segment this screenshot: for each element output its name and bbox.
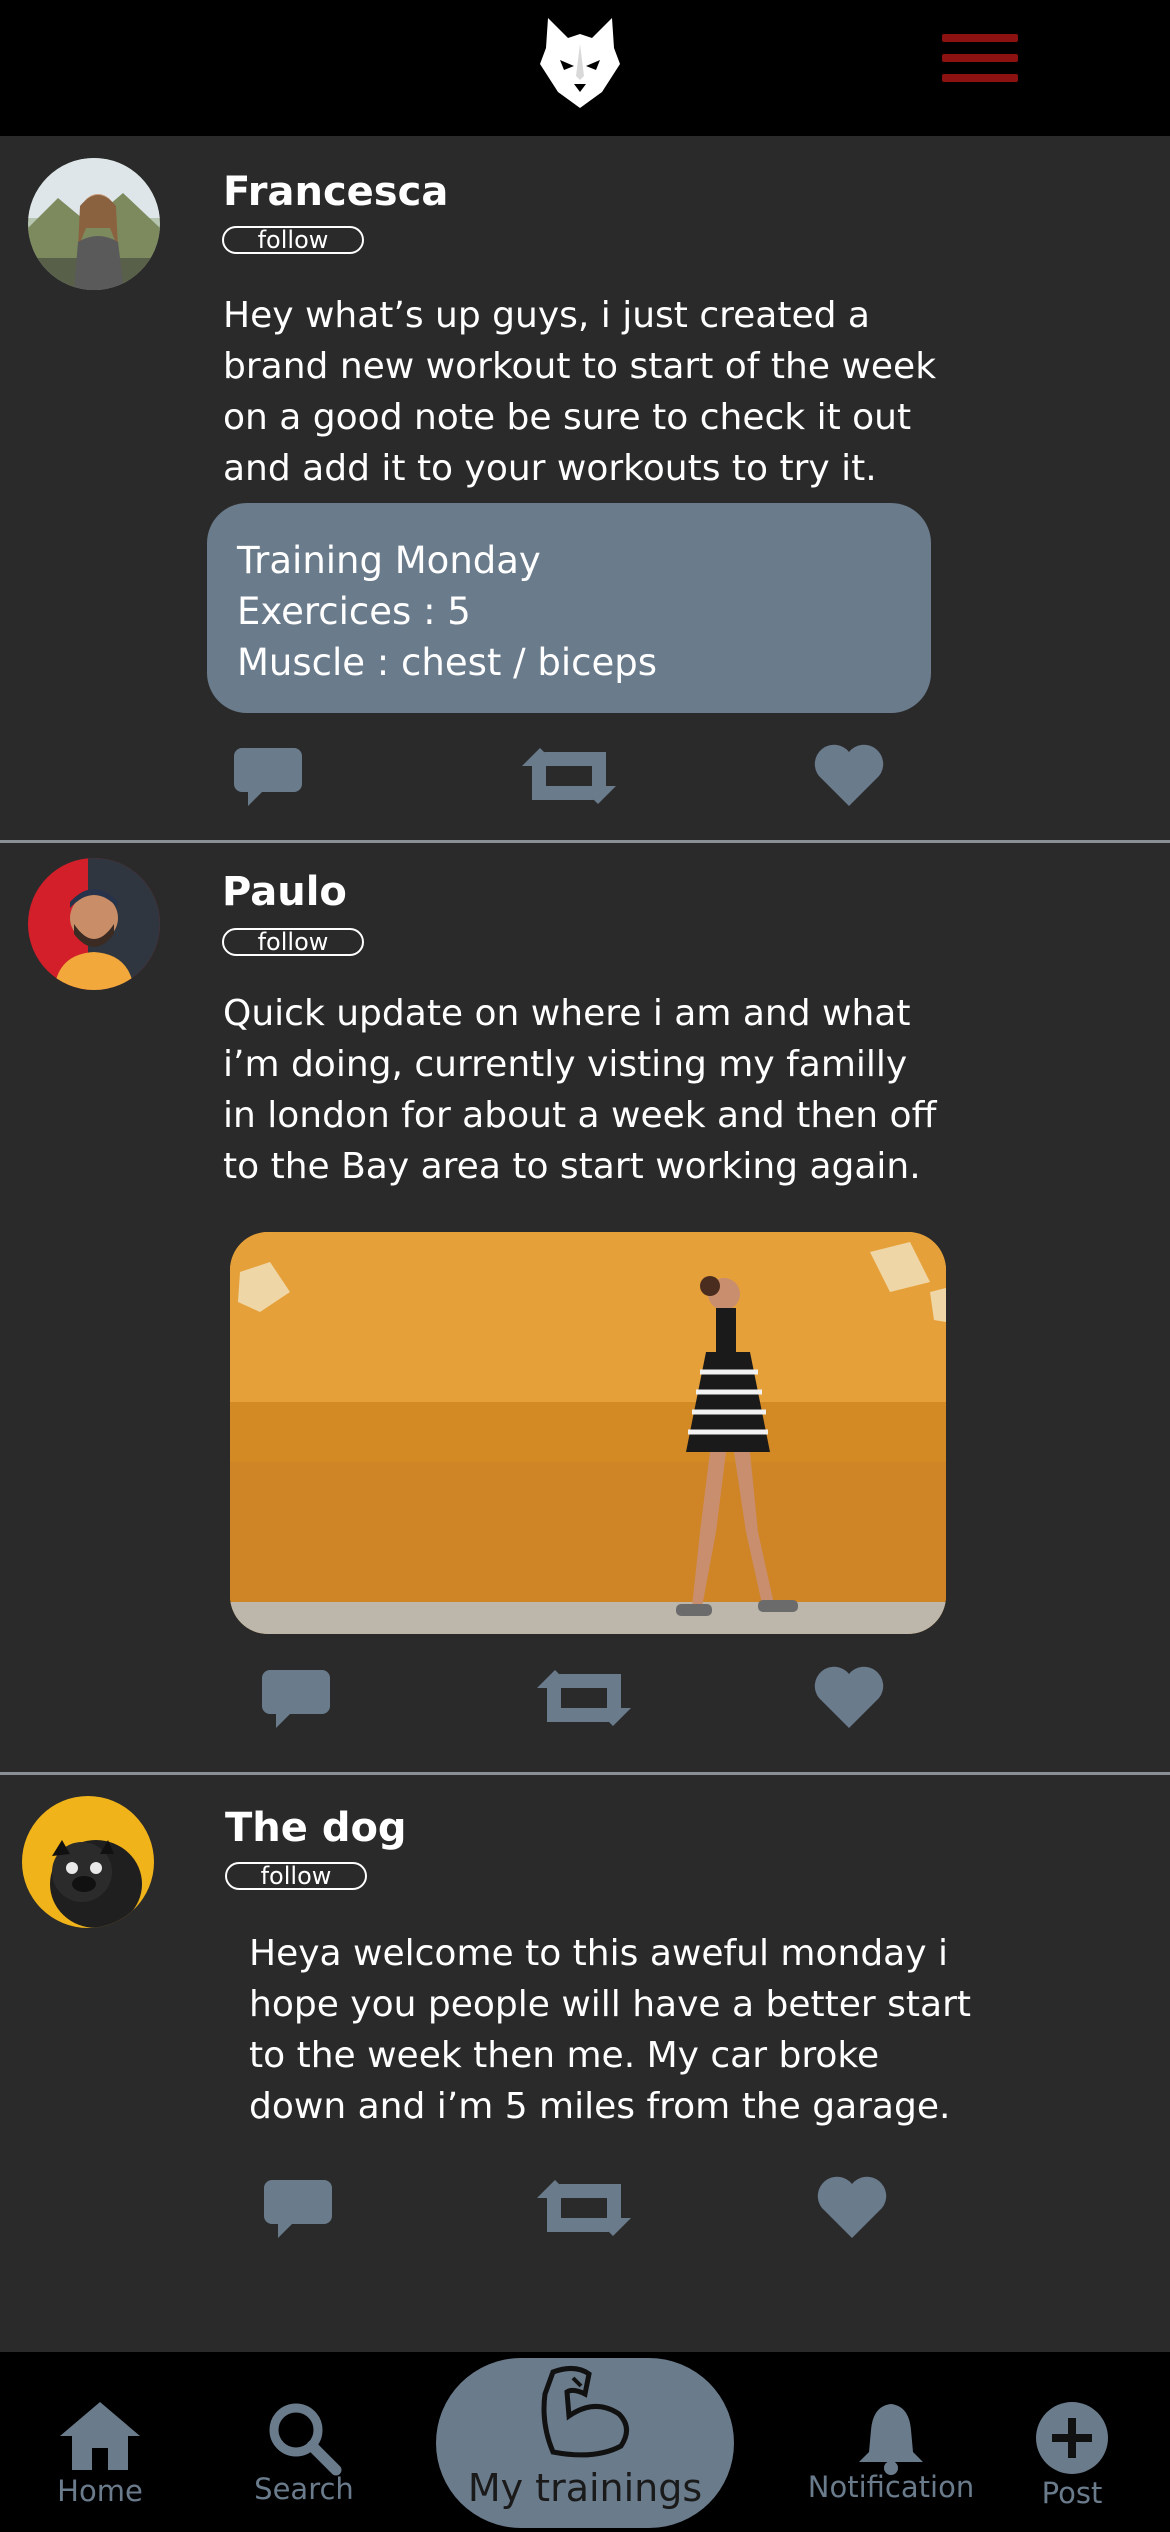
post-text: Hey what’s up guys, i just created a bra…	[223, 295, 937, 489]
repost-icon[interactable]	[535, 1666, 633, 1730]
follow-button[interactable]: follow	[225, 1862, 367, 1890]
nav-home[interactable]: Home	[40, 2400, 160, 2510]
training-exercises: Exercices : 5	[237, 590, 471, 633]
nav-home-label: Home	[57, 2474, 143, 2508]
post-text: Quick update on where i am and what i’m …	[223, 993, 937, 1187]
avatar[interactable]	[22, 1796, 154, 1928]
heart-icon[interactable]	[813, 744, 885, 808]
heart-icon[interactable]	[816, 2176, 888, 2240]
search-icon	[269, 2403, 342, 2476]
post-photo[interactable]	[230, 1232, 946, 1634]
repost-icon[interactable]	[520, 744, 618, 808]
nav-search-label: Search	[254, 2472, 354, 2506]
follow-button[interactable]: follow	[222, 226, 364, 254]
home-icon	[60, 2402, 140, 2470]
avatar[interactable]	[28, 858, 160, 990]
heart-icon[interactable]	[813, 1666, 885, 1730]
comment-icon[interactable]	[262, 2176, 334, 2240]
flexed-bicep-icon	[541, 2366, 629, 2458]
avatar[interactable]	[28, 158, 160, 290]
post-divider	[0, 840, 1170, 843]
post-author-name[interactable]: The dog	[225, 1804, 407, 1852]
training-card[interactable]: Training Monday Exercices : 5 Muscle : c…	[207, 503, 931, 713]
comment-icon[interactable]	[260, 1666, 332, 1730]
wolf-head-logo-icon[interactable]	[540, 14, 620, 110]
follow-button[interactable]: follow	[222, 928, 364, 956]
post-author-name[interactable]: Francesca	[223, 168, 448, 216]
nav-my-trainings[interactable]: My trainings	[436, 2358, 734, 2528]
hamburger-menu-icon[interactable]	[942, 34, 1018, 84]
nav-notification-label: Notification	[807, 2470, 975, 2504]
post-text: Heya welcome to this aweful monday i hop…	[249, 1933, 971, 2127]
nav-notification[interactable]: Notification	[806, 2400, 976, 2510]
nav-search[interactable]: Search	[244, 2400, 364, 2510]
training-muscle: Muscle : chest / biceps	[237, 641, 657, 684]
training-title: Training Monday	[237, 539, 541, 582]
post-author-name[interactable]: Paulo	[222, 868, 347, 916]
plus-circle-icon	[1036, 2402, 1108, 2474]
nav-my-trainings-label: My trainings	[467, 2466, 703, 2510]
top-bar	[0, 0, 1170, 136]
repost-icon[interactable]	[535, 2176, 633, 2240]
nav-post-label: Post	[1041, 2476, 1103, 2510]
nav-post[interactable]: Post	[1022, 2400, 1122, 2510]
bell-icon	[859, 2404, 923, 2475]
post-divider	[0, 1772, 1170, 1775]
comment-icon[interactable]	[232, 744, 304, 808]
